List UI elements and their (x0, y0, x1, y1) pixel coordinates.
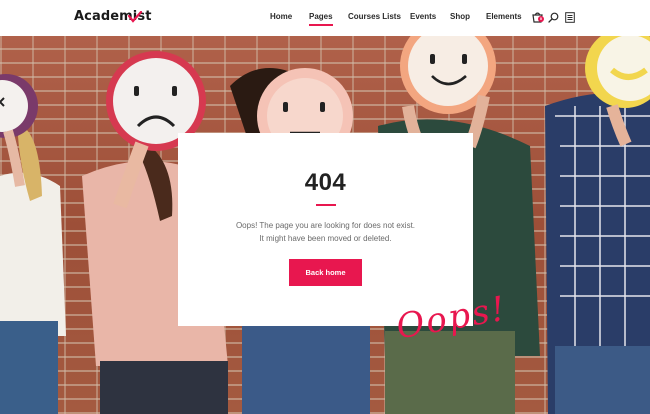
menu-icon[interactable] (565, 12, 575, 23)
nav-home[interactable]: Home (270, 12, 292, 21)
error-card: 404 Oops! The page you are looking for d… (178, 133, 473, 326)
search-icon[interactable] (548, 12, 559, 23)
person-5 (545, 36, 650, 414)
nav-shop[interactable]: Shop (450, 12, 470, 21)
cart-count-badge: 0 (538, 16, 544, 22)
error-message-line-1: Oops! The page you are looking for does … (235, 221, 416, 230)
logo-check-icon (128, 11, 142, 23)
nav-elements[interactable]: Elements (486, 12, 522, 21)
back-home-button[interactable]: Back home (289, 259, 362, 286)
error-message-line-2: It might have been moved or deleted. (259, 234, 392, 243)
site-header: Academist Home Pages Courses Lists Event… (0, 0, 650, 36)
nav-events[interactable]: Events (410, 12, 436, 21)
nav-courses-lists[interactable]: Courses Lists (348, 12, 401, 21)
person-1 (0, 74, 66, 414)
divider (316, 204, 336, 206)
error-code: 404 (304, 169, 347, 196)
nav-pages[interactable]: Pages (309, 12, 333, 26)
